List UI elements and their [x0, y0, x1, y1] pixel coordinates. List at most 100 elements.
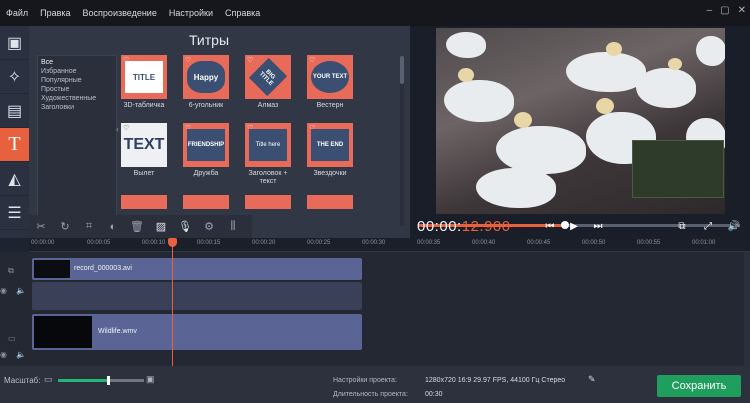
speaker-icon[interactable]: 🔈 — [16, 286, 26, 295]
clip-thumbnail — [34, 316, 92, 348]
skip-forward-icon: ⏭ — [593, 220, 603, 232]
menu-help[interactable]: Справка — [219, 8, 266, 18]
tile-label: Звездочки — [313, 170, 347, 177]
panel-title: Титры — [189, 32, 230, 48]
timeline-clip[interactable]: Wildlife.wmv — [32, 314, 362, 350]
speaker-icon[interactable]: 🔈 — [16, 350, 26, 359]
title-tile[interactable]: ♡ Happy 6-угольник — [183, 55, 229, 110]
title-tile[interactable]: ♡THE END Звездочки — [307, 123, 353, 178]
tile-label: Вылет — [133, 170, 155, 177]
title-tile[interactable]: ♡ YOUR TEXT Вестерн — [307, 55, 353, 110]
ruler-tick: 00:00:15 — [197, 240, 221, 246]
ruler-tick: 00:00:25 — [307, 240, 331, 246]
title-thumb: ♡ Happy — [183, 55, 229, 99]
category-favorites[interactable]: Избранное — [41, 67, 113, 76]
menu-edit[interactable]: Правка — [34, 8, 76, 18]
title-thumb — [121, 195, 167, 209]
zoom-in-icon[interactable]: ▣ — [146, 374, 155, 385]
timecode: 00:00:12.900 — [417, 218, 511, 235]
previous-button[interactable]: ⏮ — [542, 218, 558, 234]
app-window: Файл Правка Воспроизведение Настройки Сп… — [0, 0, 750, 403]
trash-icon: 🗑 — [130, 221, 144, 233]
playhead-handle[interactable] — [168, 238, 177, 247]
title-tile[interactable]: ♡ BIG TITLE Алмаз — [245, 55, 291, 110]
ruler-tick: 00:00:50 — [582, 240, 606, 246]
scissors-icon: ✂ — [36, 221, 46, 233]
layers-icon: ⧉ — [8, 266, 14, 275]
title-tile[interactable]: ♡FRIENDSHIP Дружба — [183, 123, 229, 178]
cut-button[interactable]: ✂ — [29, 215, 53, 238]
save-button[interactable]: Сохранить — [657, 375, 741, 397]
title-thumb: ♡ BIG TITLE — [245, 55, 291, 99]
record-audio-button[interactable]: 🎙 — [173, 215, 197, 238]
title-tile[interactable]: ♡Title here Заголовок + текст — [245, 123, 291, 186]
volume-button[interactable]: 🔊 — [726, 218, 742, 234]
category-popular[interactable]: Популярные — [41, 76, 113, 85]
project-duration-value: 00:30 — [425, 391, 443, 398]
timeline-scrollbar[interactable] — [744, 252, 750, 366]
menu-playback[interactable]: Воспроизведение — [77, 8, 163, 18]
menu-settings[interactable]: Настройки — [163, 8, 219, 18]
clip-audio[interactable] — [32, 282, 362, 310]
settings-button[interactable]: ⚙ — [197, 215, 221, 238]
fullscreen-button[interactable]: ⤢ — [700, 218, 716, 234]
more-tools-button[interactable]: ☰ — [0, 196, 29, 230]
gear-icon: ⚙ — [204, 221, 214, 233]
ruler-tick: 00:01:00 — [692, 240, 716, 246]
title-tile[interactable] — [307, 195, 353, 209]
category-all[interactable]: Все — [41, 58, 113, 67]
category-artistic[interactable]: Художественные — [41, 94, 113, 103]
title-tile[interactable]: ♡ TEXT Вылет — [121, 123, 167, 178]
title-tile[interactable] — [183, 195, 229, 209]
rotate-button[interactable]: ↻ — [53, 215, 77, 238]
video-preview — [436, 28, 725, 214]
zoom-fill — [58, 379, 108, 382]
heart-icon[interactable]: ♡ — [185, 56, 191, 64]
zoom-slider[interactable] — [58, 376, 144, 385]
heart-icon[interactable]: ♡ — [309, 56, 315, 64]
collapse-arrow-icon[interactable]: ‹ — [116, 124, 119, 134]
timeline-ruler[interactable]: 00:00:00 00:00:05 00:00:10 00:00:15 00:0… — [29, 238, 750, 252]
category-headers[interactable]: Заголовки — [41, 103, 113, 112]
zoom-out-icon[interactable]: ▭ — [44, 374, 53, 385]
detach-preview-button[interactable]: ⧉ — [674, 218, 690, 234]
pencil-icon[interactable]: ✎ — [588, 374, 596, 385]
project-settings-label: Настройки проекта: — [333, 377, 397, 384]
delete-button[interactable]: 🗑 — [125, 215, 149, 238]
eye-icon[interactable]: ◉ — [0, 350, 7, 359]
scroll-thumb[interactable] — [400, 56, 404, 84]
thumb-text: BIG TITLE — [248, 57, 288, 97]
transitions-button[interactable]: ▤ — [0, 94, 29, 128]
play-button[interactable]: ▶ — [566, 218, 582, 234]
crop-button[interactable]: ⌗ — [77, 215, 101, 238]
titles-button[interactable]: T — [0, 128, 29, 162]
ruler-tick: 00:00:00 — [31, 240, 55, 246]
minimize-icon[interactable]: – — [707, 5, 713, 16]
title-tile[interactable] — [245, 195, 291, 209]
filters-button[interactable]: ✧ — [0, 60, 29, 94]
category-simple[interactable]: Простые — [41, 85, 113, 94]
play-icon: ▶ — [570, 220, 578, 232]
title-tile[interactable] — [121, 195, 167, 209]
title-tile[interactable]: ♡TITLE 3D-табличка — [121, 55, 167, 110]
playhead[interactable] — [172, 238, 173, 366]
close-icon[interactable]: ✕ — [738, 5, 746, 16]
zoom-knob[interactable] — [107, 376, 110, 385]
film-icon: ▣ — [6, 34, 23, 52]
timecode-main: 00:00: — [417, 218, 462, 235]
image-button[interactable]: ▨ — [149, 215, 173, 238]
skip-back-icon: ⏮ — [545, 220, 555, 232]
titles-scrollbar[interactable] — [400, 56, 404, 226]
maximize-icon[interactable]: ▢ — [720, 5, 729, 16]
color-button[interactable]: ◐ — [101, 215, 125, 238]
next-button[interactable]: ⏭ — [590, 218, 606, 234]
import-media-button[interactable]: ▣ — [0, 26, 29, 60]
thumb-text: Happy — [187, 61, 225, 93]
eye-icon[interactable]: ◉ — [0, 286, 7, 295]
equalizer-button[interactable]: ⫼ — [221, 215, 245, 238]
stickers-button[interactable]: ◭ — [0, 162, 29, 196]
thumb-text: TITLE — [125, 61, 163, 93]
timeline-clip[interactable]: record_000003.avi — [32, 258, 362, 280]
menu-file[interactable]: Файл — [0, 8, 34, 18]
heart-icon[interactable]: ♡ — [247, 56, 253, 64]
